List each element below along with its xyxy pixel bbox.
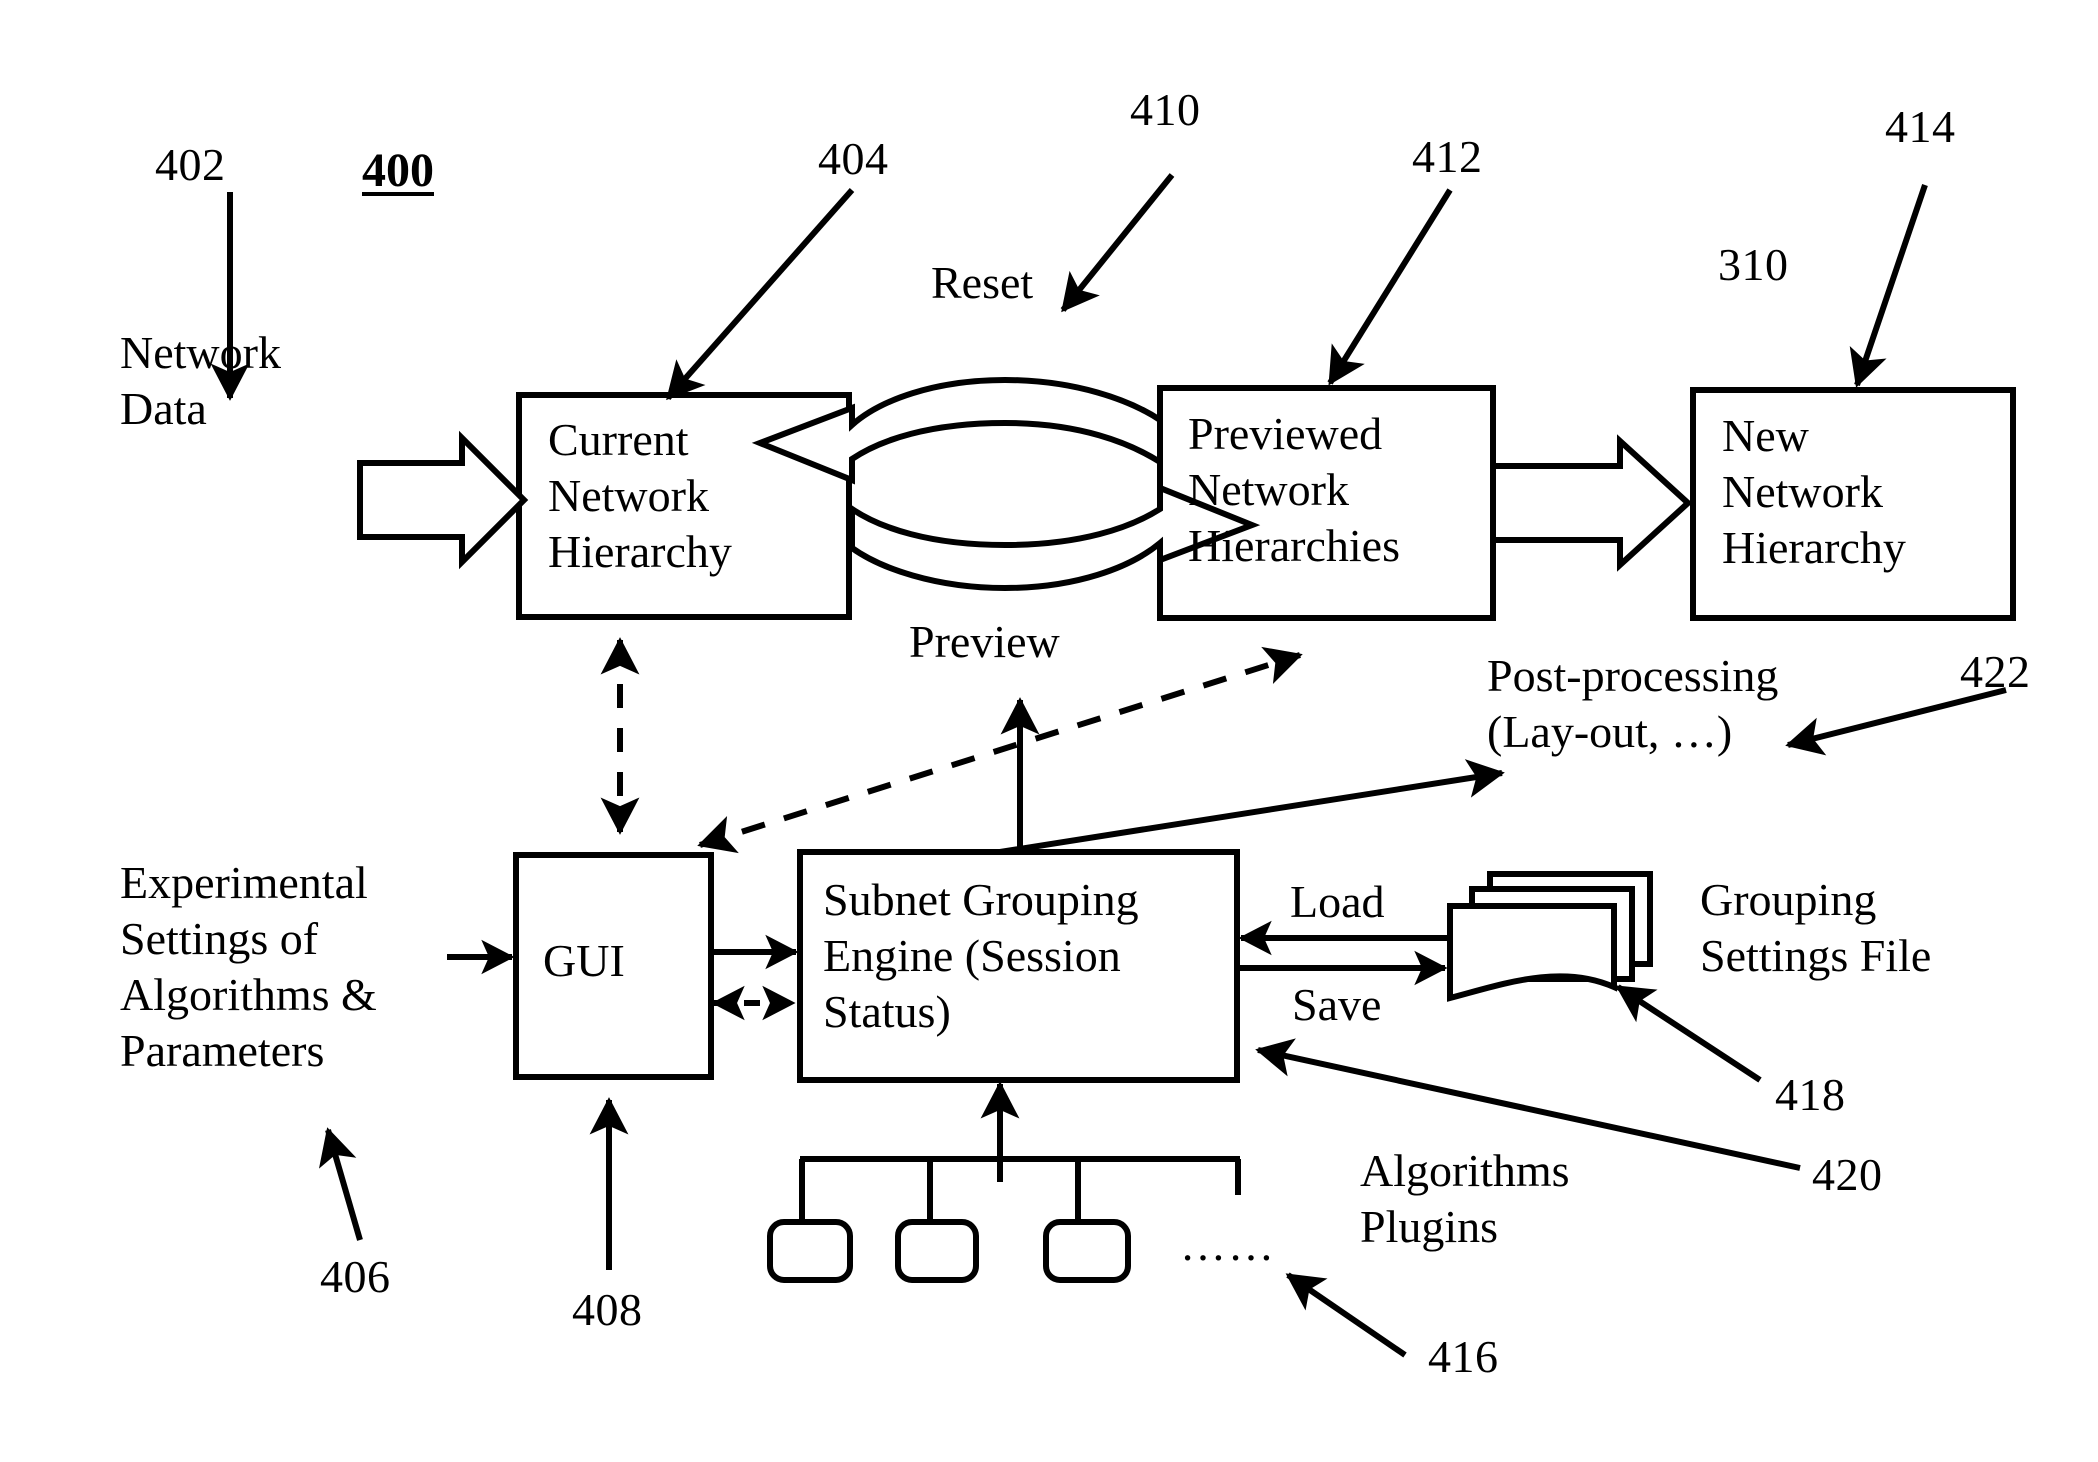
ref-404: 404 (818, 133, 889, 184)
ref-416: 416 (1428, 1331, 1499, 1382)
file-stack-icon (1447, 871, 1653, 1002)
leader-406 (318, 1127, 363, 1241)
leader-416 (1285, 1272, 1407, 1358)
text-post-processing: Post-processing (Lay-out, …) (1487, 650, 1779, 758)
arrow-engine-postprocessing (999, 759, 1505, 855)
label-reset: Reset (931, 257, 1034, 308)
ref-422: 422 (1960, 646, 2031, 697)
ref-402: 402 (155, 139, 226, 190)
ref-406: 406 (320, 1251, 391, 1302)
text-plugin-ellipsis: …… (1180, 1219, 1276, 1270)
leader-412 (1327, 188, 1453, 386)
label-subnet-grouping-engine: Subnet Grouping Engine (Session Status) (823, 874, 1139, 1038)
leader-414 (1849, 184, 1928, 388)
ref-418: 418 (1775, 1069, 1846, 1120)
figure-canvas: 402 400 404 410 412 414 310 Network Data… (0, 0, 2098, 1462)
label-save: Save (1292, 979, 1382, 1030)
ref-310: 310 (1718, 239, 1789, 290)
ref-420: 420 (1812, 1149, 1883, 1200)
leader-410 (1060, 173, 1175, 313)
plugin-node-icon-1 (767, 1219, 853, 1283)
label-current-network-hierarchy: Current Network Hierarchy (548, 414, 732, 578)
label-gui: GUI (543, 935, 625, 986)
label-preview: Preview (909, 616, 1060, 667)
ref-414: 414 (1885, 101, 1956, 152)
diagram-vector-layer (210, 173, 2016, 1358)
block-arrow-network-data (357, 430, 529, 570)
plugin-tree-connector (799, 1156, 1241, 1222)
label-load: Load (1290, 876, 1385, 927)
ref-410: 410 (1130, 84, 1201, 135)
label-new-network-hierarchy: New Network Hierarchy (1722, 410, 1906, 574)
label-previewed-network-hierarchies: Previewed Network Hierarchies (1188, 408, 1400, 572)
text-network-data: Network Data (120, 327, 281, 435)
plugin-node-icon-2 (895, 1219, 979, 1283)
text-experimental-settings: Experimental Settings of Algorithms & Pa… (120, 857, 377, 1077)
ref-412: 412 (1412, 131, 1483, 182)
ref-408: 408 (572, 1284, 643, 1335)
figure-number: 400 (362, 144, 434, 197)
block-arrow-to-new-hierarchy (1490, 434, 1693, 572)
leader-404 (665, 188, 855, 401)
text-algorithms-plugins: Algorithms Plugins (1360, 1145, 1570, 1253)
text-grouping-settings-file: Grouping Settings File (1700, 874, 1932, 982)
plugin-node-icon-3 (1043, 1219, 1131, 1283)
leader-418 (1615, 984, 1762, 1083)
